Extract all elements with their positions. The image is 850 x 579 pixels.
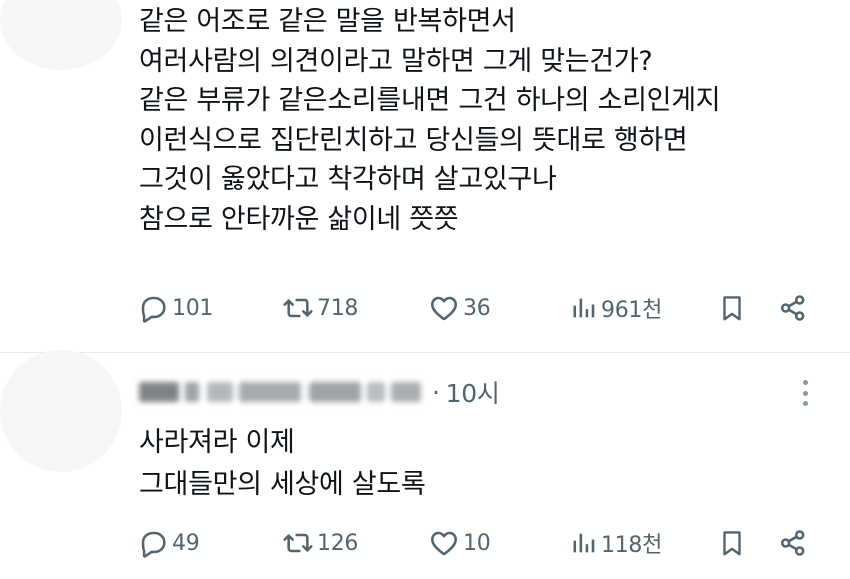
share-button[interactable] [777, 523, 809, 563]
tweet-meta: · 10시 [432, 374, 500, 410]
like-count: 10 [463, 530, 491, 556]
more-vertical-dots-icon [802, 380, 808, 406]
repost-button[interactable]: 718 [282, 288, 358, 328]
reply-button[interactable]: 49 [137, 523, 200, 563]
views-bar-chart-icon [570, 527, 598, 559]
share-icon [777, 292, 809, 324]
tweet-line: 참으로 안타까운 삶이네 쯧쯧 [139, 203, 459, 235]
heart-icon [428, 292, 460, 324]
heart-icon [428, 527, 460, 559]
author-name-blurred[interactable] [139, 375, 424, 409]
views-count: 118천 [601, 533, 663, 558]
tweet-time[interactable]: 10시 [446, 374, 500, 410]
reply-bubble-icon [137, 292, 169, 324]
views-bar-chart-icon [570, 292, 598, 324]
repost-count: 718 [317, 295, 359, 321]
repost-count: 126 [317, 530, 359, 556]
tweet-line: 그대들만의 세상에 살도록 [139, 469, 426, 500]
reply-button[interactable]: 101 [137, 288, 213, 328]
tweet-line: 이런식으로 집단린치하고 당신들의 뜻대로 행하면 [139, 124, 688, 156]
tweet-actions: 49 126 10 118천 [137, 523, 817, 563]
tweet-line: 여러사람의 의견이라고 말하면 그게 맞는건가? [139, 45, 653, 77]
avatar[interactable] [0, 0, 122, 70]
tweet-line: 같은 어조로 같은 말을 반복하면서 [139, 6, 516, 37]
meta-separator: · [432, 377, 440, 407]
tweet-actions: 101 718 36 961천 [137, 288, 817, 328]
tweet-header: · 10시 [139, 372, 500, 412]
tweet-line: 사라져라 이제 [139, 427, 295, 458]
more-options-button[interactable] [796, 376, 814, 410]
views-count: 961천 [601, 298, 663, 323]
divider [0, 352, 850, 353]
tweet-line: 그것이 옳았다고 착각하며 살고있구나 [139, 164, 557, 195]
like-count: 36 [463, 295, 491, 321]
bookmark-icon [717, 292, 747, 324]
repost-arrows-icon [282, 527, 314, 559]
bookmark-icon [717, 527, 747, 559]
bookmark-button[interactable] [717, 523, 747, 563]
reply-bubble-icon [137, 527, 169, 559]
tweet-text: 같은 어조로 같은 말을 반복하면서 여러사람의 의견이라고 말하면 그게 맞는… [139, 2, 721, 239]
like-button[interactable]: 10 [428, 523, 491, 563]
reply-count: 49 [172, 530, 200, 556]
repost-button[interactable]: 126 [282, 523, 358, 563]
tweet-text: 사라져라 이제 그대들만의 세상에 살도록 [139, 422, 426, 506]
like-button[interactable]: 36 [428, 288, 491, 328]
avatar[interactable] [0, 350, 122, 472]
views-button[interactable]: 118천 [570, 523, 662, 563]
share-button[interactable] [777, 288, 809, 328]
repost-arrows-icon [282, 292, 314, 324]
share-icon [777, 527, 809, 559]
bookmark-button[interactable] [717, 288, 747, 328]
tweet-line: 같은 부류가 같은소리를내면 그건 하나의 소리인게지 [139, 85, 721, 116]
views-button[interactable]: 961천 [570, 288, 662, 328]
reply-count: 101 [172, 295, 214, 321]
